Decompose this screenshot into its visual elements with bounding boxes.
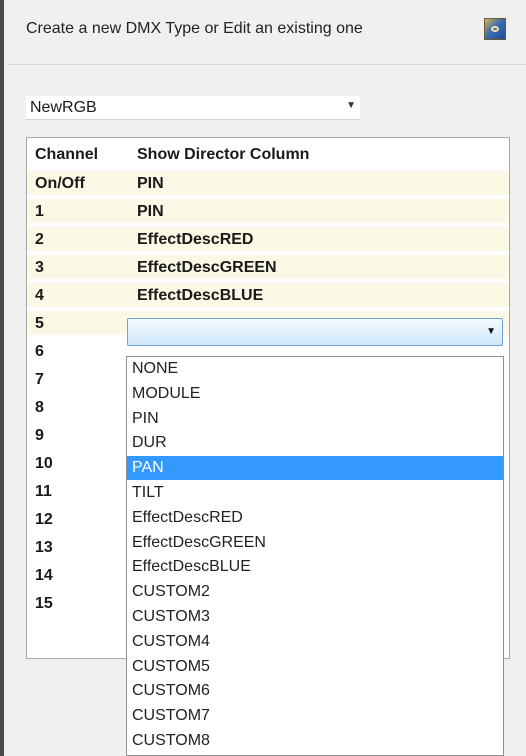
channel-5-director-combo[interactable]: ▼ <box>127 318 503 346</box>
show-director-cell[interactable]: PIN <box>137 203 164 221</box>
dropdown-option[interactable]: TILT <box>127 481 503 505</box>
channel-cell: On/Off <box>35 175 85 192</box>
dropdown-option-label: CUSTOM5 <box>132 657 210 675</box>
dropdown-option-label: PIN <box>132 409 159 427</box>
dropdown-option[interactable]: NONE <box>127 357 503 381</box>
dropdown-option-label: NONE <box>132 360 179 377</box>
show-director-cell[interactable]: EffectDescGREEN <box>137 259 277 277</box>
table-row[interactable]: 1 PIN <box>27 199 509 223</box>
channel-cell: 3 <box>35 259 44 276</box>
dropdown-option-label: TILT <box>132 484 164 501</box>
dropdown-option-label: CUSTOM2 <box>132 583 210 601</box>
dropdown-option[interactable]: EffectDescGREEN <box>127 531 503 555</box>
dropdown-option-label: CUSTOM4 <box>132 632 210 650</box>
dmx-type-value: NewRGB <box>30 99 97 116</box>
channel-cell: 7 <box>35 371 44 388</box>
dropdown-option-label: CUSTOM6 <box>132 682 210 700</box>
column-header-channel: Channel <box>35 146 99 163</box>
channel-cell: 2 <box>35 231 44 248</box>
dmx-type-panel: Create a new DMX Type or Edit an existin… <box>0 0 526 756</box>
dropdown-option-label: CUSTOM3 <box>132 608 210 625</box>
header-divider <box>8 64 526 65</box>
channel-cell: 12 <box>35 511 53 528</box>
dropdown-option[interactable]: CUSTOM3 <box>127 605 503 629</box>
dmx-app-icon[interactable] <box>484 18 506 40</box>
dropdown-option[interactable]: PIN <box>127 407 503 431</box>
grid-header: Channel Show Director Column <box>27 138 509 172</box>
dropdown-option[interactable]: CUSTOM8 <box>127 729 503 753</box>
channel-cell: 13 <box>35 539 53 556</box>
dropdown-option[interactable]: DUR <box>127 431 503 455</box>
channel-cell: 6 <box>35 343 44 360</box>
channel-cell: 4 <box>35 287 44 304</box>
dropdown-option[interactable]: CUSTOM7 <box>127 704 503 728</box>
table-row[interactable]: 3 EffectDescGREEN <box>27 255 509 279</box>
chevron-down-icon: ▼ <box>486 326 496 337</box>
dropdown-option-label: EffectDescRED <box>132 508 243 526</box>
channel-cell: 11 <box>35 483 52 500</box>
channel-cell: 10 <box>35 455 53 472</box>
show-director-cell[interactable]: EffectDescRED <box>137 231 253 249</box>
show-director-cell[interactable]: EffectDescBLUE <box>137 287 263 305</box>
channel-cell: 8 <box>35 399 44 416</box>
dropdown-option-label: CUSTOM8 <box>132 732 210 749</box>
channel-cell: 14 <box>35 567 53 584</box>
dmx-type-select[interactable]: NewRGB ▼ <box>26 96 360 120</box>
dropdown-option-label: EffectDescBLUE <box>132 558 251 576</box>
table-row[interactable]: On/Off PIN <box>27 171 509 195</box>
dropdown-option[interactable]: CUSTOM4 <box>127 630 503 654</box>
dropdown-option-label: PAN <box>132 459 164 477</box>
dropdown-option[interactable]: CUSTOM6 <box>127 679 503 703</box>
header-prompt: Create a new DMX Type or Edit an existin… <box>26 20 363 37</box>
dropdown-option[interactable]: CUSTOM5 <box>127 655 503 679</box>
dropdown-option[interactable]: PAN <box>127 456 503 481</box>
dropdown-option-label: MODULE <box>132 384 201 402</box>
director-column-dropdown[interactable]: NONE MODULE PIN DUR PAN TILT EffectDescRED Effe… <box>126 356 504 756</box>
table-row[interactable]: 4 EffectDescBLUE <box>27 283 509 307</box>
dropdown-option[interactable]: EffectDescRED <box>127 506 503 530</box>
channel-cell: 9 <box>35 427 44 444</box>
show-director-cell[interactable]: PIN <box>137 175 164 193</box>
channel-cell: 1 <box>35 203 44 220</box>
dropdown-option-label: EffectDescGREEN <box>132 533 266 551</box>
dropdown-option-label: DUR <box>132 434 167 452</box>
dropdown-option[interactable]: EffectDescBLUE <box>127 555 503 579</box>
dropdown-option[interactable]: CUSTOM2 <box>127 580 503 604</box>
dropdown-option-label: CUSTOM7 <box>132 707 210 725</box>
column-header-show-director-column: Show Director Column <box>137 146 310 163</box>
table-row[interactable]: 2 EffectDescRED <box>27 227 509 251</box>
chevron-down-icon: ▼ <box>346 100 356 111</box>
dropdown-option[interactable]: MODULE <box>127 382 503 406</box>
channel-cell: 15 <box>35 595 53 612</box>
channel-cell: 5 <box>35 315 44 332</box>
